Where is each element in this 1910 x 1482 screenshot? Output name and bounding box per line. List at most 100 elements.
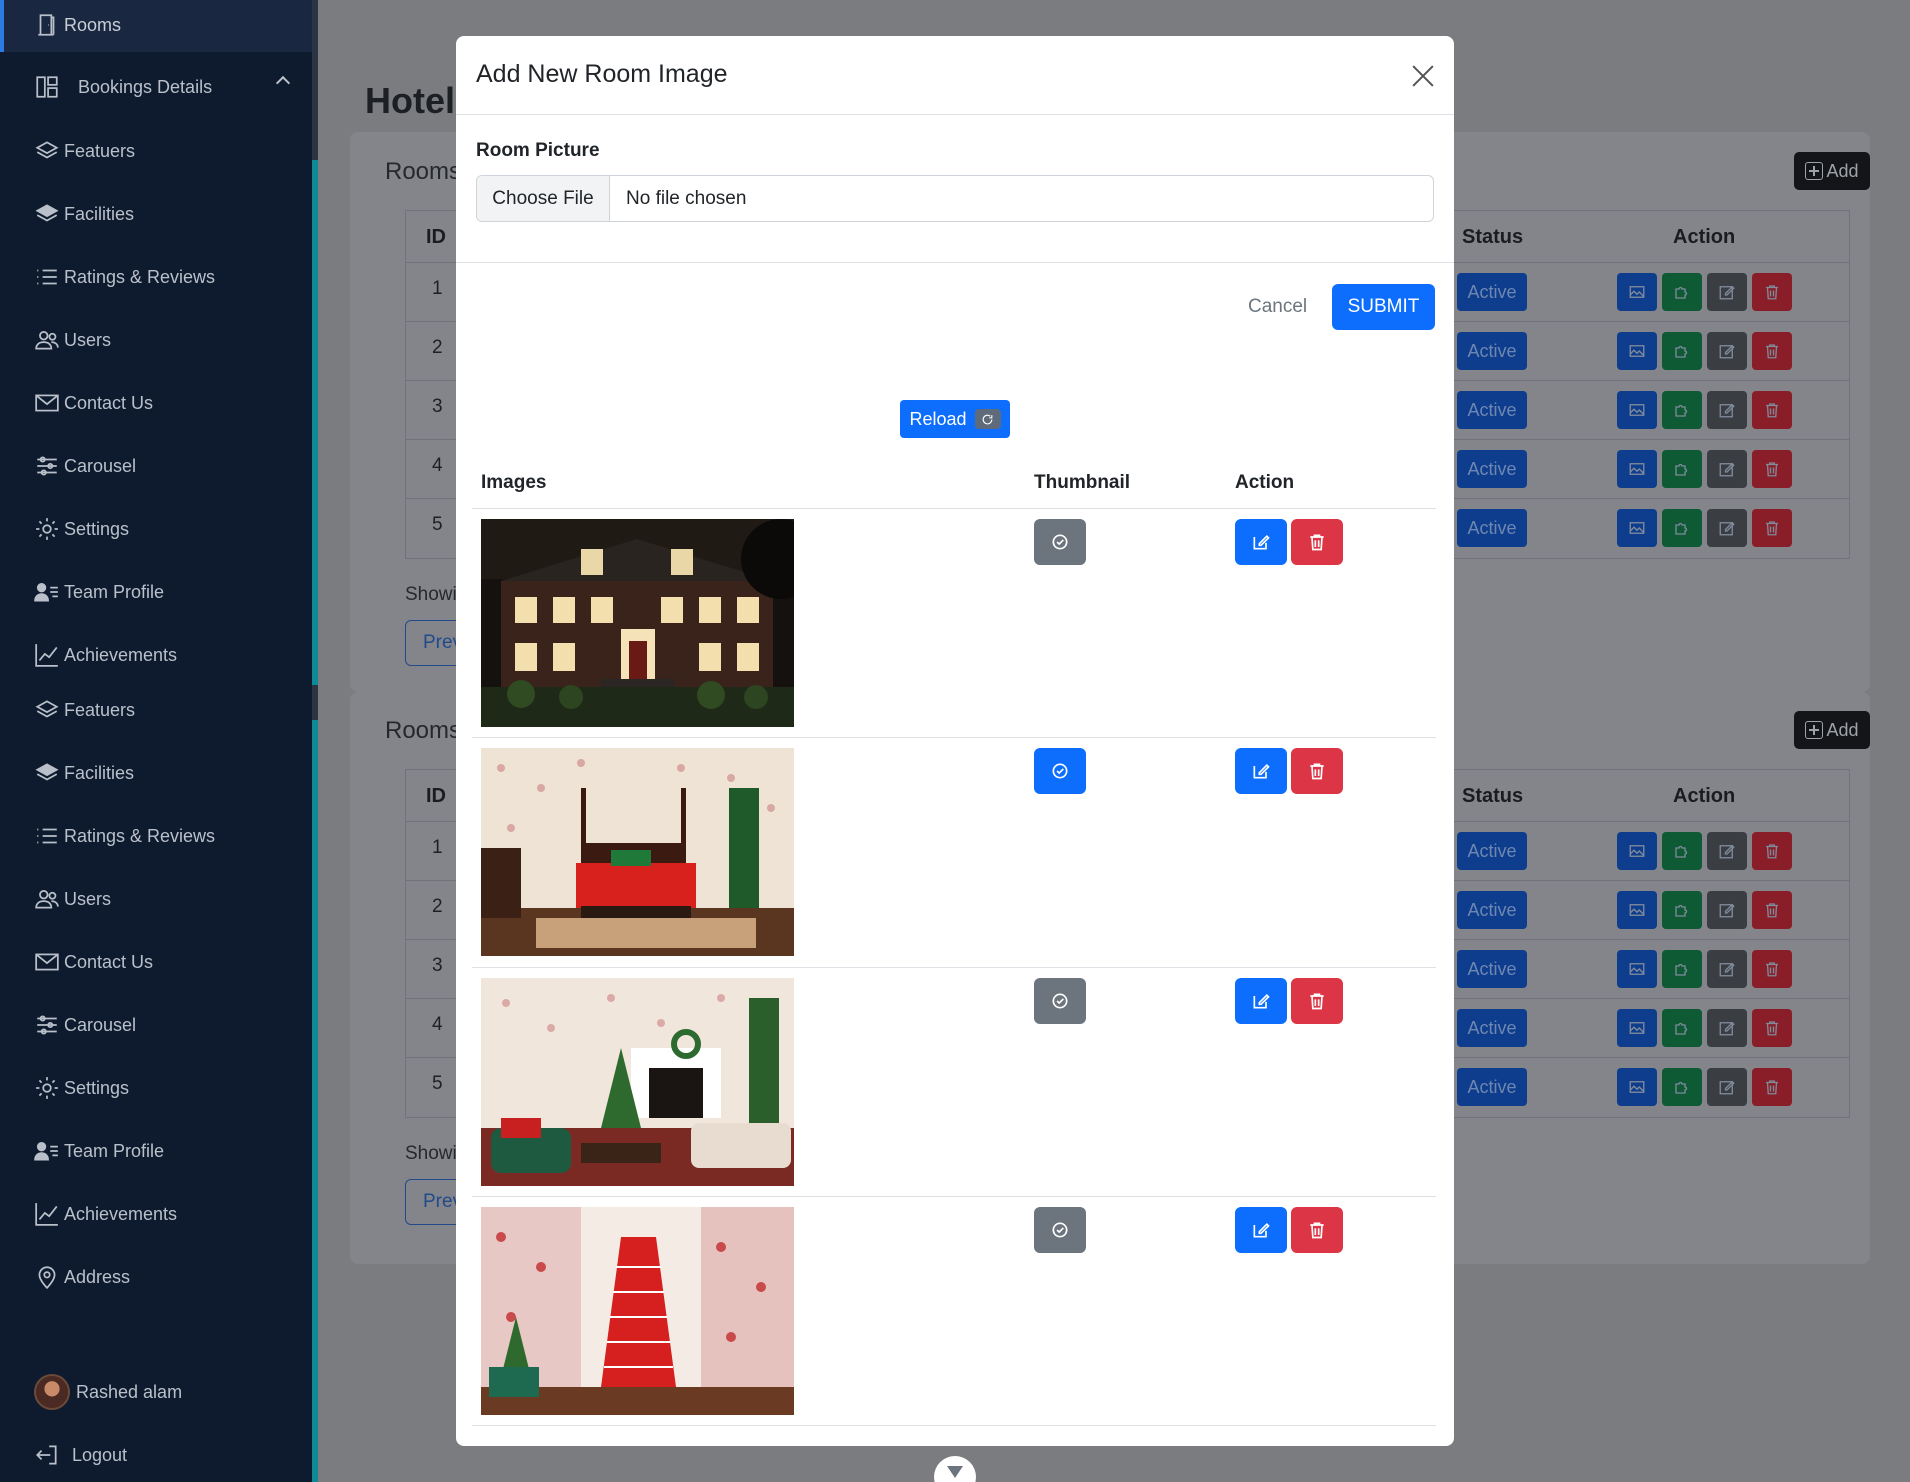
features-button[interactable] [1662, 891, 1702, 929]
choose-file-button[interactable]: Choose File [477, 176, 610, 221]
sidebar-item-featuers[interactable]: Featuers [34, 136, 135, 166]
sidebar-item-rooms[interactable]: Rooms [34, 10, 121, 40]
status-badge[interactable]: Active [1457, 450, 1527, 488]
submit-button[interactable]: SUBMIT [1332, 284, 1435, 330]
sidebar-item-facilities-2[interactable]: Facilities [34, 758, 134, 788]
images-button[interactable] [1617, 391, 1657, 429]
logout-link[interactable]: Logout [34, 1440, 127, 1470]
features-button[interactable] [1662, 832, 1702, 870]
sidebar-item-bookings-details[interactable]: Bookings Details [34, 72, 212, 102]
features-button[interactable] [1662, 1009, 1702, 1047]
status-badge[interactable]: Active [1457, 391, 1527, 429]
sidebar-scrollbar-thumb-lower[interactable] [312, 720, 318, 1482]
edit-button[interactable] [1707, 950, 1747, 988]
status-badge[interactable]: Active [1457, 950, 1527, 988]
sidebar-scrollbar[interactable] [312, 0, 318, 1482]
delete-button[interactable] [1752, 509, 1792, 547]
edit-button[interactable] [1707, 332, 1747, 370]
close-icon[interactable] [1411, 64, 1435, 88]
edit-button[interactable] [1707, 509, 1747, 547]
sidebar-item-users-2[interactable]: Users [34, 884, 111, 914]
delete-image-button[interactable] [1291, 1207, 1343, 1253]
sidebar-item-contact-us-2[interactable]: Contact Us [34, 947, 153, 977]
images-button[interactable] [1617, 832, 1657, 870]
sidebar-item-team-profile-2[interactable]: Team Profile [34, 1136, 164, 1166]
edit-image-button[interactable] [1235, 748, 1287, 794]
edit-button[interactable] [1707, 450, 1747, 488]
status-badge[interactable]: Active [1457, 1009, 1527, 1047]
delete-button[interactable] [1752, 950, 1792, 988]
features-button[interactable] [1662, 391, 1702, 429]
status-badge[interactable]: Active [1457, 332, 1527, 370]
sidebar-item-settings-2[interactable]: Settings [34, 1073, 129, 1103]
cancel-button[interactable]: Cancel [1248, 296, 1307, 318]
images-button[interactable] [1617, 1009, 1657, 1047]
sidebar-item-carousel-2[interactable]: Carousel [34, 1010, 136, 1040]
features-button[interactable] [1662, 509, 1702, 547]
delete-button[interactable] [1752, 891, 1792, 929]
sidebar-item-address[interactable]: Address [34, 1262, 130, 1292]
sidebar-item-achievements[interactable]: Achievements [34, 640, 177, 670]
sidebar-item-settings[interactable]: Settings [34, 514, 129, 544]
edit-image-button[interactable] [1235, 978, 1287, 1024]
images-button[interactable] [1617, 332, 1657, 370]
status-badge[interactable]: Active [1457, 891, 1527, 929]
status-badge[interactable]: Active [1457, 1068, 1527, 1106]
set-thumbnail-button-active[interactable] [1034, 748, 1086, 794]
delete-button[interactable] [1752, 450, 1792, 488]
features-button[interactable] [1662, 332, 1702, 370]
file-input[interactable]: Choose File No file chosen [476, 175, 1434, 222]
sidebar-item-ratings-reviews[interactable]: Ratings & Reviews [34, 262, 215, 292]
delete-button[interactable] [1752, 832, 1792, 870]
add-button[interactable]: Add [1794, 711, 1870, 749]
reload-button[interactable]: Reload [900, 400, 1010, 438]
sidebar-item-achievements-2[interactable]: Achievements [34, 1199, 177, 1229]
sidebar-item-featuers-2[interactable]: Featuers [34, 695, 135, 725]
chevron-up-icon[interactable] [275, 75, 291, 91]
set-thumbnail-button[interactable] [1034, 519, 1086, 565]
sidebar-item-ratings-reviews-2[interactable]: Ratings & Reviews [34, 821, 215, 851]
features-button[interactable] [1662, 450, 1702, 488]
edit-button[interactable] [1707, 832, 1747, 870]
images-button[interactable] [1617, 950, 1657, 988]
delete-button[interactable] [1752, 1009, 1792, 1047]
user-profile[interactable]: Rashed alam [34, 1372, 182, 1412]
features-button[interactable] [1662, 1068, 1702, 1106]
sidebar-item-team-profile[interactable]: Team Profile [34, 577, 164, 607]
delete-button[interactable] [1752, 273, 1792, 311]
delete-image-button[interactable] [1291, 519, 1343, 565]
edit-button[interactable] [1707, 391, 1747, 429]
room-image [481, 748, 794, 956]
status-badge[interactable]: Active [1457, 509, 1527, 547]
set-thumbnail-button[interactable] [1034, 978, 1086, 1024]
features-button[interactable] [1662, 950, 1702, 988]
edit-image-button[interactable] [1235, 1207, 1287, 1253]
images-button[interactable] [1617, 509, 1657, 547]
delete-button[interactable] [1752, 391, 1792, 429]
status-badge[interactable]: Active [1457, 832, 1527, 870]
delete-button[interactable] [1752, 332, 1792, 370]
sidebar-scrollbar-thumb[interactable] [312, 160, 318, 685]
images-button[interactable] [1617, 450, 1657, 488]
edit-image-button[interactable] [1235, 519, 1287, 565]
add-button[interactable]: Add [1794, 152, 1870, 190]
delete-image-button[interactable] [1291, 748, 1343, 794]
sidebar-item-facilities[interactable]: Facilities [34, 199, 134, 229]
set-thumbnail-button[interactable] [1034, 1207, 1086, 1253]
delete-button[interactable] [1752, 1068, 1792, 1106]
edit-button[interactable] [1707, 1068, 1747, 1106]
scroll-down-button[interactable] [934, 1456, 976, 1482]
features-button[interactable] [1662, 273, 1702, 311]
images-button[interactable] [1617, 1068, 1657, 1106]
edit-button[interactable] [1707, 1009, 1747, 1047]
delete-image-button[interactable] [1291, 978, 1343, 1024]
sidebar-item-label: Facilities [64, 762, 135, 783]
sidebar-item-carousel[interactable]: Carousel [34, 451, 136, 481]
edit-button[interactable] [1707, 891, 1747, 929]
sidebar-item-contact-us[interactable]: Contact Us [34, 388, 153, 418]
status-badge[interactable]: Active [1457, 273, 1527, 311]
sidebar-item-users[interactable]: Users [34, 325, 111, 355]
images-button[interactable] [1617, 891, 1657, 929]
edit-button[interactable] [1707, 273, 1747, 311]
images-button[interactable] [1617, 273, 1657, 311]
